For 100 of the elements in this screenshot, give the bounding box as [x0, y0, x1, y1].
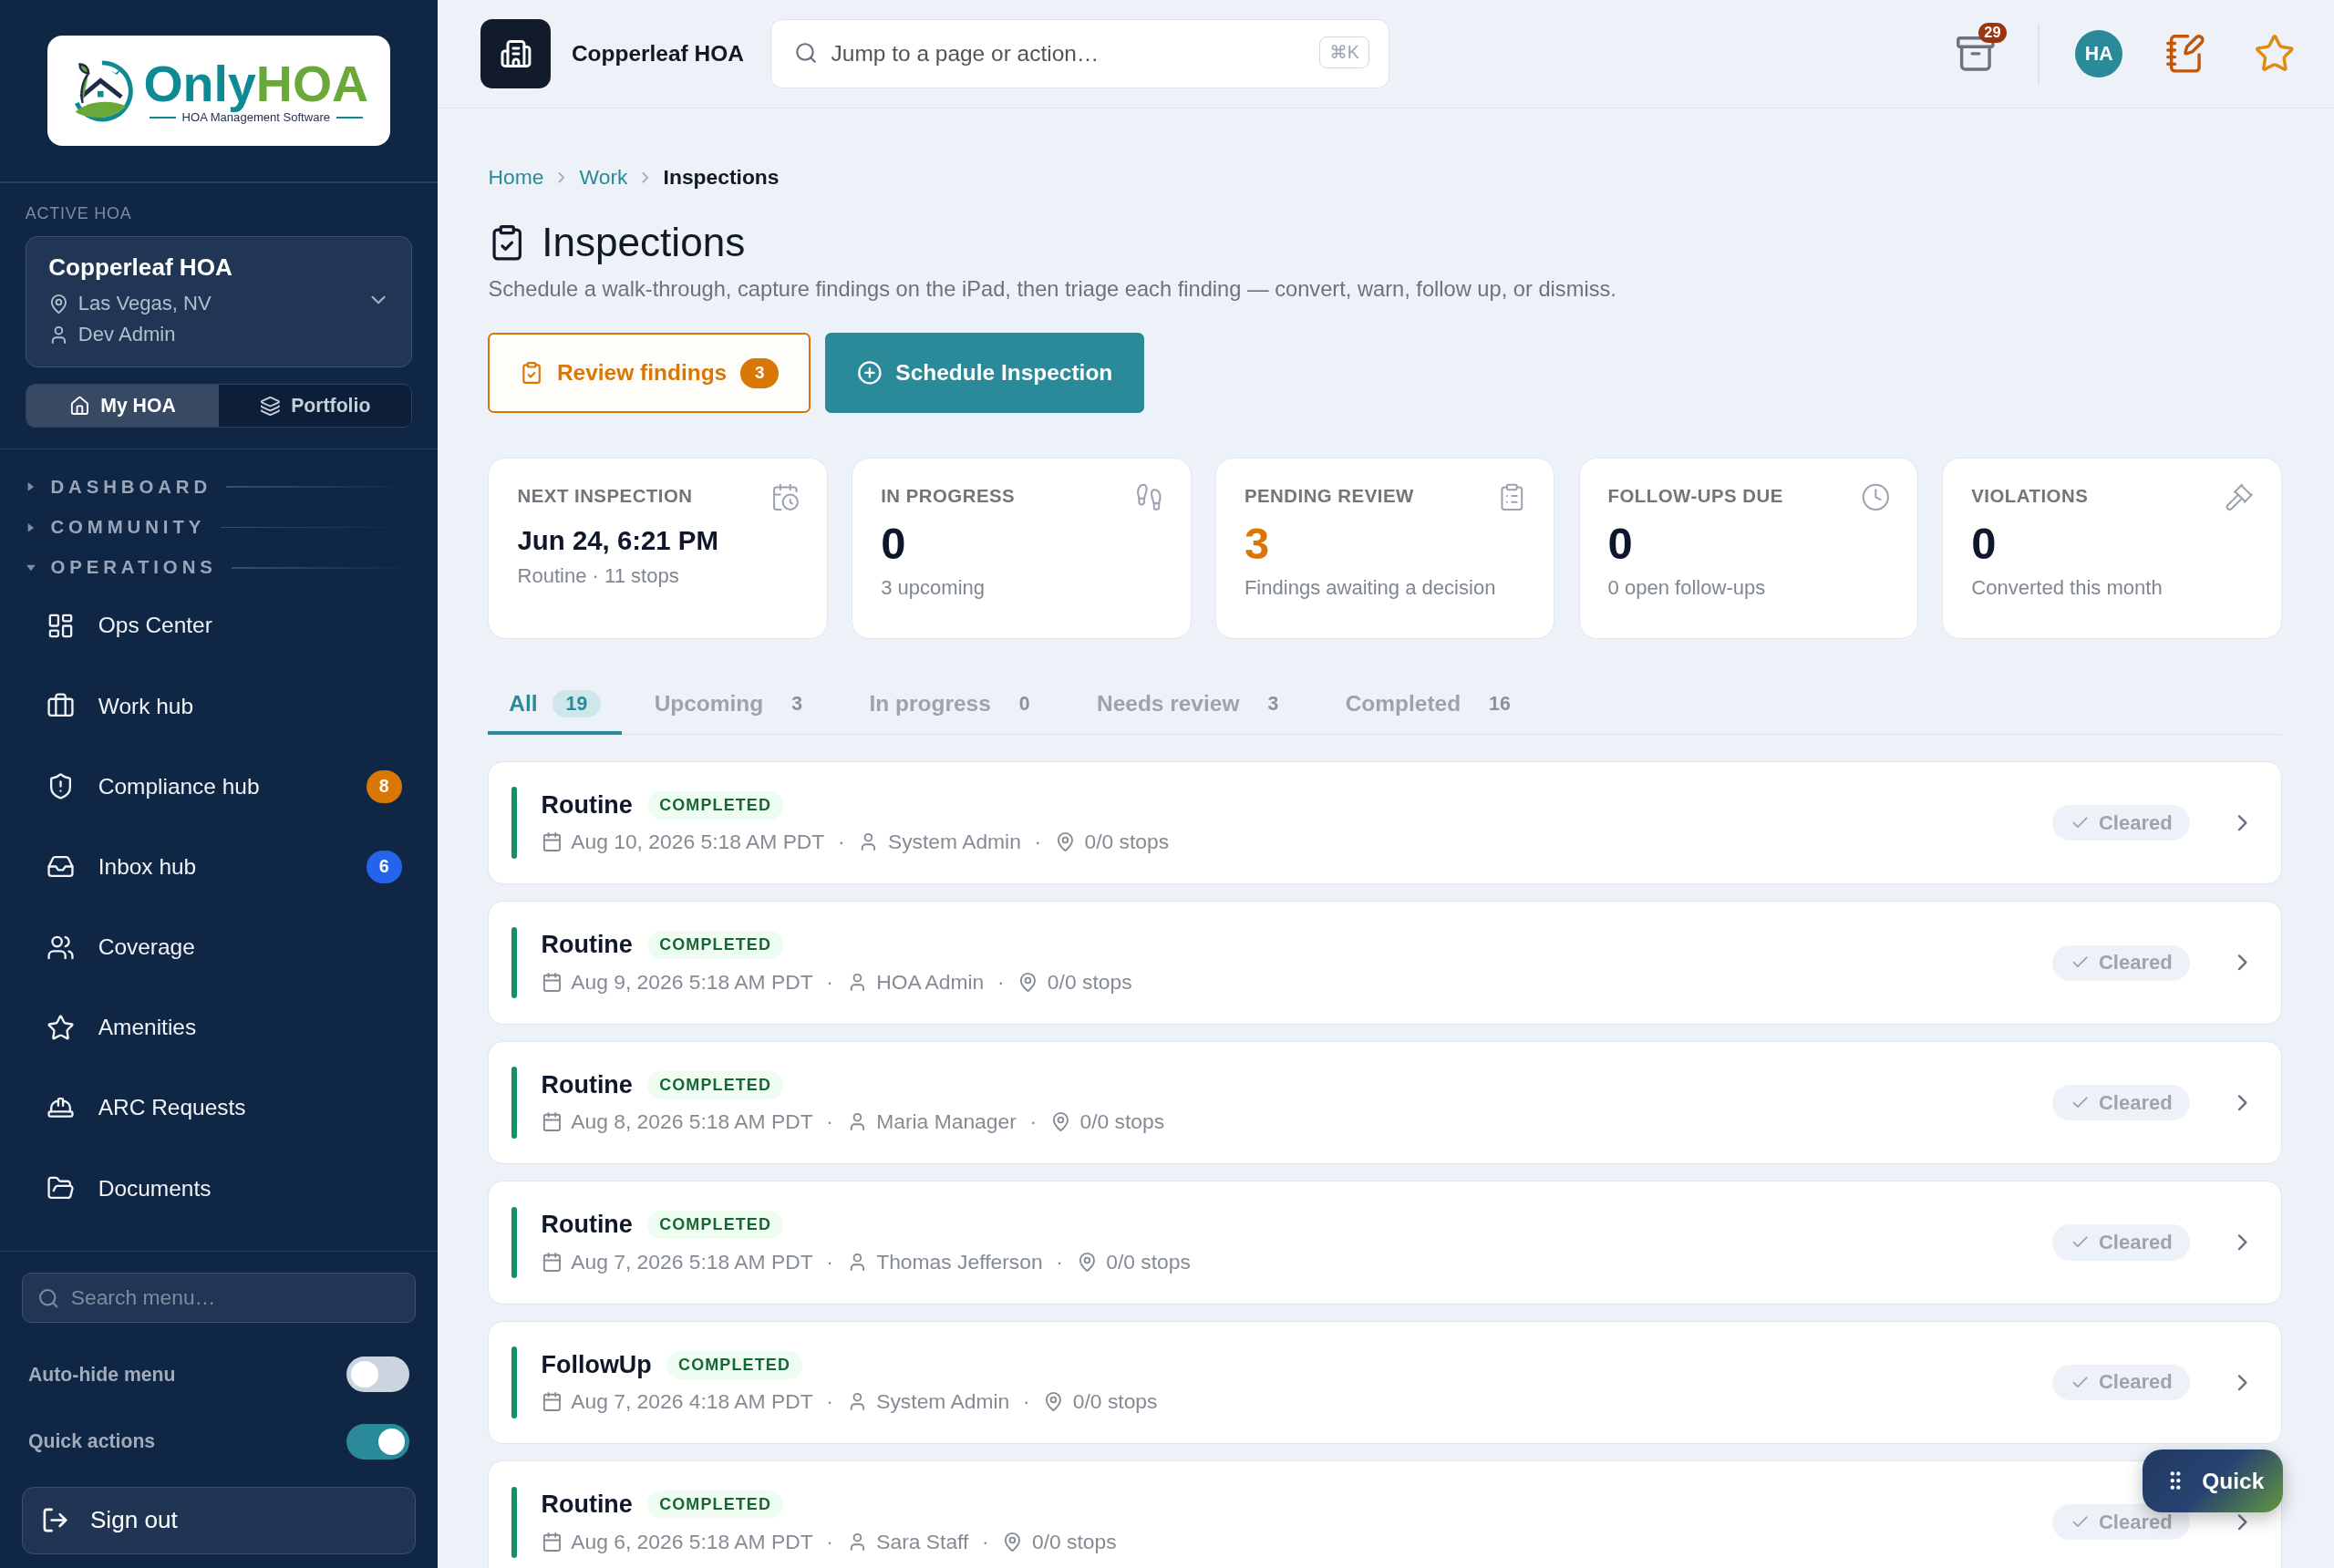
scope-tab[interactable]: My HOA — [26, 385, 219, 427]
inspection-row[interactable]: Routine COMPLETED Aug 9, 2026 5:18 AM PDT · HOA Admin · 0/0 stops Cleared — [488, 901, 2282, 1025]
stat-label: PENDING REVIEW — [1244, 485, 1414, 507]
nav-item[interactable]: Coverage — [0, 906, 438, 988]
nav-section-header[interactable]: OPERATIONS — [0, 545, 438, 586]
result-badge: Cleared — [2052, 805, 2191, 841]
schedule-button[interactable]: Schedule Inspection — [825, 333, 1144, 414]
caret-right-icon — [26, 482, 36, 492]
inspection-date: Aug 7, 2026 4:18 AM PDT — [571, 1389, 813, 1415]
logo-word: HOA — [255, 57, 369, 111]
notification-count: 29 — [1978, 22, 2007, 44]
stat-label: FOLLOW-UPS DUE — [1607, 485, 1783, 507]
quick-actions-button[interactable]: Quick — [2143, 1449, 2284, 1512]
nav-label: Ops Center — [98, 613, 213, 639]
result-badge: Cleared — [2052, 1224, 2191, 1261]
nav-item[interactable]: ARC Requests — [0, 1068, 438, 1149]
inspection-row[interactable]: Routine COMPLETED Aug 10, 2026 5:18 AM PDT · System Admin · 0/0 stops Cleared — [488, 760, 2282, 885]
map-pin-icon — [1043, 1391, 1064, 1413]
separator-dot: · — [826, 969, 833, 995]
caret-right-icon — [26, 522, 36, 532]
nav-item[interactable]: Amenities — [0, 987, 438, 1068]
building-icon[interactable] — [480, 18, 552, 89]
nav-item[interactable]: Compliance hub 8 — [0, 746, 438, 827]
caret-down-icon — [26, 562, 36, 573]
nav-label: Documents — [98, 1175, 212, 1202]
stat-label: NEXT INSPECTION — [517, 485, 693, 507]
section-label: ACTIVE HOA — [25, 203, 133, 223]
inspection-date: Aug 8, 2026 5:18 AM PDT — [571, 1109, 813, 1135]
filter-tab[interactable]: All 19 — [488, 677, 622, 736]
status-badge: COMPLETED — [647, 1211, 784, 1240]
page-title: Inspections — [542, 219, 746, 265]
stops-count: 0/0 stops — [1084, 830, 1170, 855]
plus-circle-icon — [856, 360, 883, 387]
nav-item[interactable]: Inbox hub 6 — [0, 826, 438, 907]
toggle-switch[interactable] — [346, 1357, 409, 1393]
stat-caption: Findings awaiting a decision — [1244, 576, 1497, 601]
hoa-selector[interactable]: Copperleaf HOA Las Vegas, NV Dev Admin — [25, 236, 413, 368]
calendar-icon — [541, 1111, 563, 1133]
result-badge: Cleared — [2052, 944, 2191, 981]
calendar-icon — [541, 1391, 563, 1413]
toggle-label: Auto-hide menu — [28, 1363, 176, 1386]
inspection-date: Aug 7, 2026 5:18 AM PDT — [571, 1249, 813, 1274]
separator-dot: · — [997, 969, 1005, 995]
calendar-icon — [541, 971, 563, 993]
stat-label: IN PROGRESS — [881, 485, 1016, 507]
toggle-switch[interactable] — [346, 1423, 409, 1460]
inspection-date: Aug 9, 2026 5:18 AM PDT — [571, 969, 813, 995]
layers-icon — [259, 395, 281, 417]
inspection-date: Aug 10, 2026 5:18 AM PDT — [571, 830, 825, 855]
stops-count: 0/0 stops — [1072, 1389, 1158, 1415]
user-avatar[interactable]: HA — [2075, 29, 2123, 78]
nav-item[interactable]: Ops Center — [0, 585, 438, 666]
separator-dot: · — [826, 1529, 833, 1554]
inspection-row[interactable]: FollowUp COMPLETED Aug 7, 2026 4:18 AM PDT · System Admin · 0/0 stops Cleared — [488, 1320, 2282, 1445]
count-badge: 8 — [366, 769, 402, 803]
shortcut-hint: ⌘K — [1319, 36, 1369, 69]
home-icon — [68, 395, 90, 417]
inspector-name: System Admin — [887, 830, 1021, 855]
inspection-title: Routine — [541, 1211, 633, 1240]
separator-dot: · — [1029, 1109, 1038, 1135]
inspector-name: Maria Manager — [876, 1109, 1017, 1135]
separator-dot: · — [1056, 1249, 1063, 1274]
inspection-row[interactable]: Routine COMPLETED Aug 7, 2026 5:18 AM PDT · Thomas Jefferson · 0/0 stops Cleared — [488, 1181, 2282, 1305]
nav-label: Coverage — [98, 934, 196, 961]
breadcrumb-link[interactable]: Inspections — [663, 165, 780, 191]
nav-label: Work hub — [98, 693, 194, 719]
hoa-user: Dev Admin — [77, 322, 176, 348]
stat-label: VIOLATIONS — [1971, 485, 2089, 507]
stat-caption: Converted this month — [1971, 576, 2164, 601]
search-icon — [794, 41, 819, 66]
status-badge: COMPLETED — [647, 1070, 784, 1099]
separator-dot: · — [838, 830, 845, 855]
stat-caption: 3 upcoming — [881, 576, 986, 601]
breadcrumb-link[interactable]: Home — [488, 165, 544, 191]
result-badge: Cleared — [2052, 1504, 2191, 1541]
inspector-name: Sara Staff — [876, 1529, 969, 1554]
nav-label: ARC Requests — [98, 1095, 247, 1121]
separator-dot: · — [982, 1529, 989, 1554]
page-description: Schedule a walk-through, capture findings on the iPad, then triage each finding — convert, warn, follow up, or dismiss. — [488, 276, 1617, 302]
sign-out-button[interactable]: Sign out — [22, 1487, 416, 1554]
search-field[interactable]: Search menu… — [22, 1272, 416, 1324]
nav-section-header[interactable]: COMMUNITY — [0, 504, 438, 546]
nav-section-header[interactable]: DASHBOARD — [0, 464, 438, 505]
separator-dot: · — [826, 1389, 833, 1415]
status-badge: COMPLETED — [647, 931, 784, 960]
stat-caption: 0 open follow-ups — [1607, 576, 1767, 601]
stat-value: 0 — [1607, 518, 1634, 570]
inspector-name: HOA Admin — [876, 969, 985, 995]
nav-item[interactable]: Documents — [0, 1148, 438, 1229]
calendar-icon — [541, 1251, 563, 1273]
stops-count: 0/0 stops — [1031, 1529, 1117, 1554]
toggle-label: Quick actions — [28, 1430, 156, 1453]
star-icon — [46, 1013, 75, 1042]
scope-tab[interactable]: Portfolio — [219, 385, 412, 427]
inspection-row[interactable]: Routine COMPLETED Aug 8, 2026 5:18 AM PDT · Maria Manager · 0/0 stops Cleared — [488, 1040, 2282, 1165]
calendar-icon — [541, 831, 563, 853]
separator-dot: · — [826, 1109, 833, 1135]
nav-item[interactable]: Work hub — [0, 665, 438, 747]
breadcrumb-link[interactable]: Work — [579, 165, 628, 191]
hoa-name: Copperleaf HOA — [48, 253, 233, 283]
